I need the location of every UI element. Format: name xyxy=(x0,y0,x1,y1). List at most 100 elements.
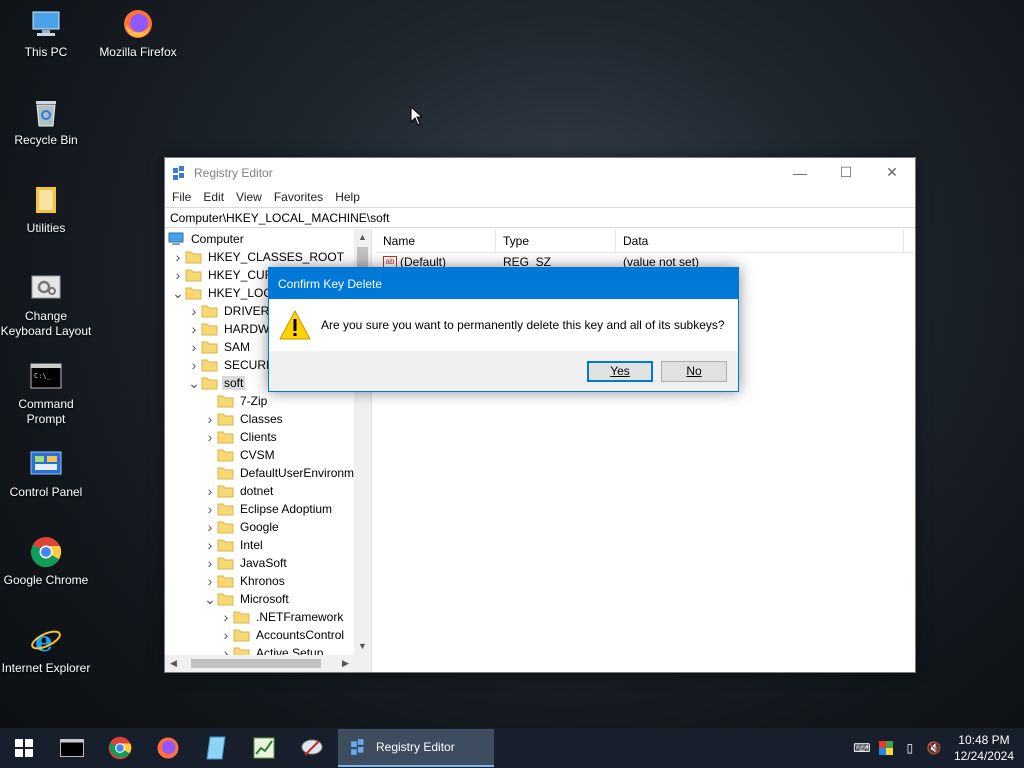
chevron-right-icon[interactable]: › xyxy=(203,554,217,572)
tree-item[interactable]: › .NETFramework xyxy=(219,608,345,626)
keyboard-tray-icon[interactable]: ⌨ xyxy=(850,728,874,768)
address-bar[interactable]: Computer\HKEY_LOCAL_MACHINE\soft xyxy=(165,207,915,228)
desktop-icon-chrome[interactable]: Google Chrome xyxy=(0,535,92,588)
tree-item-label: AccountsControl xyxy=(256,628,345,642)
tree-item[interactable]: › JavaSoft xyxy=(203,554,289,572)
clock[interactable]: 10:48 PM 12/24/2024 xyxy=(946,732,1024,764)
scrollbar-thumb[interactable] xyxy=(191,659,321,668)
menu-view[interactable]: View xyxy=(230,190,268,204)
folder-icon xyxy=(217,539,234,552)
folder-icon xyxy=(217,485,234,498)
title-bar[interactable]: Registry Editor — ☐ ✕ xyxy=(165,158,915,187)
scroll-down-arrow-icon[interactable]: ▼ xyxy=(354,638,371,655)
tree-item[interactable]: › Eclipse Adoptium xyxy=(203,500,334,518)
taskbar-registry-editor[interactable]: Registry Editor xyxy=(338,729,494,767)
column-data[interactable]: Data xyxy=(616,229,904,252)
taskbar-snipping-tool[interactable] xyxy=(288,728,336,768)
tree-item[interactable]: ⌄ soft xyxy=(187,374,246,392)
menu-edit[interactable]: Edit xyxy=(197,190,230,204)
tree-item[interactable]: › Classes xyxy=(203,410,285,428)
chevron-down-icon[interactable]: ⌄ xyxy=(187,374,201,392)
column-name[interactable]: Name xyxy=(376,229,496,252)
chevron-right-icon[interactable]: › xyxy=(187,338,201,356)
scroll-left-arrow-icon[interactable]: ◀ xyxy=(165,655,182,672)
chevron-right-icon[interactable]: › xyxy=(203,572,217,590)
tree-item[interactable]: › DRIVERS xyxy=(187,302,279,320)
desktop-icon-utilities[interactable]: Utilities xyxy=(0,183,92,236)
chevron-right-icon[interactable]: › xyxy=(187,302,201,320)
taskbar-chrome[interactable] xyxy=(96,728,144,768)
chevron-right-icon[interactable]: › xyxy=(203,500,217,518)
chevron-down-icon[interactable]: ⌄ xyxy=(171,284,185,302)
scroll-right-arrow-icon[interactable]: ▶ xyxy=(337,655,354,672)
maximize-button[interactable]: ☐ xyxy=(823,158,869,187)
chevron-right-icon[interactable]: › xyxy=(219,626,233,644)
tree-item[interactable]: › SAM xyxy=(187,338,252,356)
desktop-icon-this-pc[interactable]: This PC xyxy=(0,7,92,60)
taskbar-firefox[interactable] xyxy=(144,728,192,768)
chevron-down-icon[interactable]: ⌄ xyxy=(203,590,217,608)
tree-item-label: Eclipse Adoptium xyxy=(240,502,333,516)
tree-item[interactable]: DefaultUserEnvironment xyxy=(203,464,371,482)
chevron-right-icon[interactable]: › xyxy=(171,266,185,284)
desktop-icon-internet-explorer[interactable]: e Internet Explorer xyxy=(0,623,92,676)
tree-item-label: SAM xyxy=(224,340,251,354)
taskbar-command-prompt[interactable] xyxy=(48,728,96,768)
tree-item-label: Clients xyxy=(240,430,277,444)
menu-help[interactable]: Help xyxy=(329,190,366,204)
menu-favorites[interactable]: Favorites xyxy=(268,190,329,204)
tree-horizontal-scrollbar[interactable]: ◀ ▶ xyxy=(165,655,371,672)
volume-muted-icon[interactable]: 🔇 xyxy=(922,728,946,768)
tree-item[interactable]: 7-Zip xyxy=(203,392,269,410)
dialog-title[interactable]: Confirm Key Delete xyxy=(269,268,738,299)
chevron-right-icon[interactable]: › xyxy=(187,356,201,374)
scrollbar-thumb[interactable] xyxy=(357,247,368,269)
tree-item[interactable]: › Clients xyxy=(203,428,279,446)
tree-item-label: DefaultUserEnvironment xyxy=(240,466,371,480)
tree-item[interactable]: › Google xyxy=(203,518,281,536)
tree-item[interactable]: Computer xyxy=(168,230,246,248)
tree-item[interactable]: › Intel xyxy=(203,536,265,554)
menu-file[interactable]: File xyxy=(166,190,197,204)
taskbar-task-manager[interactable] xyxy=(240,728,288,768)
scroll-up-arrow-icon[interactable]: ▲ xyxy=(354,229,371,246)
desktop-icon-label: Mozilla Firefox xyxy=(99,45,177,59)
no-button[interactable]: No xyxy=(661,360,727,382)
desktop-icon-command-prompt[interactable]: C:\_ Command Prompt xyxy=(0,359,92,427)
chevron-right-icon[interactable]: › xyxy=(171,248,185,266)
desktop-icon-recycle-bin[interactable]: Recycle Bin xyxy=(0,95,92,148)
yes-button[interactable]: Yes xyxy=(587,360,653,382)
chevron-right-icon[interactable]: › xyxy=(203,428,217,446)
close-icon: ✕ xyxy=(886,164,898,180)
tree-item[interactable]: ⌄ Microsoft xyxy=(203,590,291,608)
chevron-right-icon[interactable]: › xyxy=(203,518,217,536)
desktop-icon-firefox[interactable]: Mozilla Firefox xyxy=(92,7,184,60)
usb-tray-icon[interactable]: ▯ xyxy=(898,728,922,768)
desktop-icon-change-keyboard[interactable]: Change Keyboard Layout xyxy=(0,271,92,339)
maximize-icon: ☐ xyxy=(839,164,853,180)
chart-icon xyxy=(253,737,275,759)
tree-item[interactable]: › HKEY_CLASSES_ROOT xyxy=(171,248,346,266)
start-button[interactable] xyxy=(0,728,48,768)
tree-item[interactable]: CVSM xyxy=(203,446,277,464)
close-button[interactable]: ✕ xyxy=(869,158,915,187)
chevron-right-icon[interactable]: › xyxy=(187,320,201,338)
column-type[interactable]: Type xyxy=(496,229,616,252)
chevron-right-icon[interactable]: › xyxy=(203,536,217,554)
folder-icon xyxy=(185,251,202,264)
tree-item[interactable]: › Khronos xyxy=(203,572,287,590)
color-tray-icon[interactable] xyxy=(874,728,898,768)
taskbar-notepad[interactable] xyxy=(192,728,240,768)
minimize-button[interactable]: — xyxy=(777,158,823,187)
registry-editor-window: Registry Editor — ☐ ✕ File Edit View Fav… xyxy=(164,157,916,673)
desktop-icon-label: Internet Explorer xyxy=(1,661,91,675)
chevron-right-icon[interactable]: › xyxy=(203,410,217,428)
chevron-right-icon[interactable]: › xyxy=(219,608,233,626)
warning-icon xyxy=(279,310,311,340)
desktop-icon-control-panel[interactable]: Control Panel xyxy=(0,447,92,500)
chevron-right-icon[interactable]: › xyxy=(203,482,217,500)
yes-button-label: Yes xyxy=(610,364,630,378)
tree-item[interactable]: › dotnet xyxy=(203,482,275,500)
tree-item[interactable]: › AccountsControl xyxy=(219,626,346,644)
